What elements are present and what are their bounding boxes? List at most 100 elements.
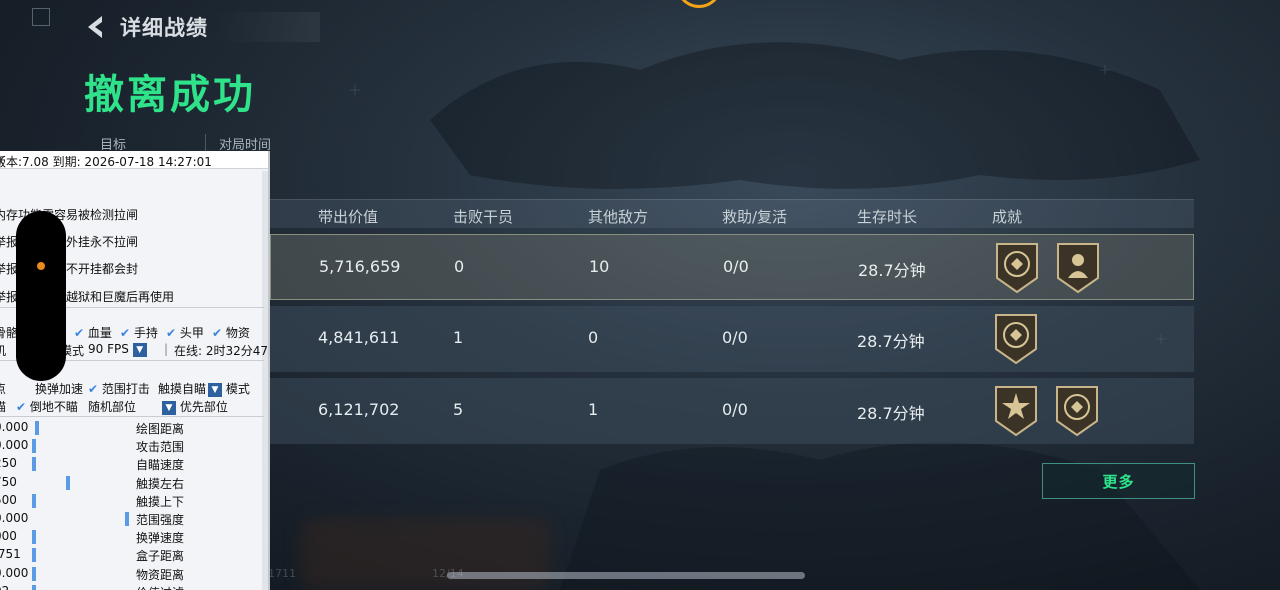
slider-row[interactable]: 0.000 范围强度 <box>0 510 264 528</box>
divider-bar: | <box>164 342 169 356</box>
cell-other: 10 <box>589 257 610 276</box>
option-label: 头甲 <box>179 326 204 340</box>
option-touch-aim[interactable]: 触摸自瞄 <box>158 380 206 397</box>
check-icon: ✔ <box>74 326 85 340</box>
option-helmet[interactable]: ✔ 头甲 <box>166 324 204 341</box>
check-icon: ✔ <box>166 326 177 340</box>
slider-label: 换弹速度 <box>136 531 185 546</box>
cell-value: 4,841,611 <box>318 328 400 347</box>
option-label: 倒地不瞄 <box>29 400 78 414</box>
home-indicator[interactable] <box>447 572 805 579</box>
slider-row[interactable]: 0.000 绘图距离 <box>0 419 264 437</box>
slider-label: 价值过滤 <box>136 584 184 590</box>
slider-track[interactable] <box>32 421 132 435</box>
slider-track[interactable] <box>32 512 132 526</box>
stats-table-header: 带出价值 击败干员 其他敌方 救助/复活 生存时长 成就 <box>270 199 1194 228</box>
cell-defeated: 0 <box>454 257 465 276</box>
slider-label: 自瞄速度 <box>136 458 185 473</box>
random-part-select[interactable]: 随机部位 <box>88 398 136 415</box>
dropdown-arrow-icon[interactable]: ▼ <box>208 382 222 397</box>
star-emblem-icon[interactable] <box>992 385 1040 437</box>
cell-survival: 28.7分钟 <box>858 261 926 280</box>
slider-track[interactable] <box>32 457 132 472</box>
option-area-strike[interactable]: ✔ 范围打击 <box>88 380 150 397</box>
slider-knob[interactable] <box>32 584 36 590</box>
overlay-panel: 版本:7.08 到期: 2026-07-18 14:27:01 × 内存功能需容… <box>0 151 270 590</box>
shield-emblem-icon[interactable] <box>992 313 1040 365</box>
slider-knob[interactable] <box>32 530 36 545</box>
option-label: 血量 <box>87 326 112 340</box>
slider-label: 范围强度 <box>136 513 185 527</box>
option-point[interactable]: 点 <box>0 380 6 397</box>
cell-rescue: 0/0 <box>723 257 749 276</box>
slider-row[interactable]: 0.000 攻击范围 <box>0 437 264 455</box>
aim-mode-select[interactable]: ▼ 模式 <box>208 380 250 397</box>
slider-knob[interactable] <box>32 457 36 472</box>
slider-row[interactable]: 500 触摸上下 <box>0 492 264 510</box>
slider-row[interactable]: .751 盒子距离 <box>0 546 264 564</box>
option-no-aim-downed[interactable]: ✔ 倒地不瞄 <box>16 398 78 415</box>
option-label: 手持 <box>133 326 158 340</box>
slider-value: 0.000 <box>0 565 29 580</box>
column-header-achievements: 成就 <box>992 208 1023 226</box>
priority-part-select[interactable]: ▼ 优先部位 <box>162 398 228 415</box>
operator-emblem-icon[interactable] <box>1054 242 1102 294</box>
slider-value: 750 <box>0 474 17 489</box>
slider-row[interactable]: 000 换弹速度 <box>0 528 264 546</box>
table-row[interactable]: 5,716,659 0 10 0/0 28.7分钟 <box>270 234 1194 300</box>
cell-value: 5,716,659 <box>319 257 401 276</box>
cell-value: 6,121,702 <box>318 400 400 419</box>
slider-knob[interactable] <box>32 439 36 454</box>
slider-label: 触摸左右 <box>136 476 185 491</box>
meta-divider <box>205 134 206 152</box>
slider-value: 0.000 <box>0 438 29 453</box>
option-label: 优先部位 <box>179 400 228 414</box>
back-arrow-icon[interactable] <box>84 13 108 41</box>
shield-emblem-icon[interactable] <box>993 242 1041 294</box>
background-blur <box>300 518 550 590</box>
close-icon[interactable]: × <box>0 153 264 169</box>
cell-defeated: 1 <box>453 328 464 347</box>
slider-knob[interactable] <box>32 548 36 563</box>
slider-knob[interactable] <box>35 421 39 435</box>
option-holding[interactable]: ✔ 手持 <box>120 324 158 341</box>
slider-knob[interactable] <box>32 493 36 508</box>
option-fast-reload[interactable]: 换弹加速 <box>35 380 83 397</box>
slider-row[interactable]: 02 价值过滤 <box>0 583 264 590</box>
fps-select[interactable]: 90 FPS ▼ <box>88 342 147 357</box>
slider-track[interactable] <box>32 584 132 590</box>
dropdown-arrow-icon[interactable]: ▼ <box>132 342 147 357</box>
more-button[interactable]: 更多 <box>1042 463 1195 499</box>
slider-track[interactable] <box>32 493 132 508</box>
slider-track[interactable] <box>32 439 132 454</box>
panel-divider <box>0 416 264 417</box>
option-aim[interactable]: 瞄 <box>0 398 6 415</box>
cell-rescue: 0/0 <box>722 328 748 347</box>
cell-survival: 28.7分钟 <box>857 332 925 351</box>
shield-emblem-icon[interactable] <box>1053 385 1101 437</box>
slider-track[interactable] <box>32 548 132 563</box>
slider-knob[interactable] <box>125 512 129 526</box>
column-header-defeated: 击败干员 <box>453 208 514 226</box>
slider-value: 0.000 <box>0 420 29 434</box>
option-machine[interactable]: 机 <box>0 342 6 359</box>
table-row[interactable]: 6,121,702 5 1 0/0 28.7分钟 <box>270 378 1194 444</box>
slider-row[interactable]: 0.000 物资距离 <box>0 565 264 583</box>
page-header: 详细战绩 <box>84 12 320 42</box>
table-row[interactable]: 4,841,611 1 0 0/0 28.7分钟 <box>270 306 1194 372</box>
slider-row[interactable]: 750 触摸左右 <box>0 474 264 492</box>
slider-value: 02 <box>0 584 9 590</box>
slider-track[interactable] <box>32 530 132 545</box>
option-health[interactable]: ✔ 血量 <box>74 324 112 341</box>
column-header-rescue: 救助/复活 <box>722 208 788 226</box>
option-supplies[interactable]: ✔ 物资 <box>212 324 250 341</box>
top-ring-icon <box>676 0 722 8</box>
slider-row[interactable]: 250 自瞄速度 <box>0 455 264 473</box>
slider-track[interactable] <box>32 566 132 581</box>
dropdown-arrow-icon[interactable]: ▼ <box>162 400 176 415</box>
slider-knob[interactable] <box>66 475 70 490</box>
check-icon: ✔ <box>88 382 99 396</box>
fps-value: 90 FPS <box>88 342 129 356</box>
slider-track[interactable] <box>32 475 132 490</box>
slider-knob[interactable] <box>32 566 36 581</box>
